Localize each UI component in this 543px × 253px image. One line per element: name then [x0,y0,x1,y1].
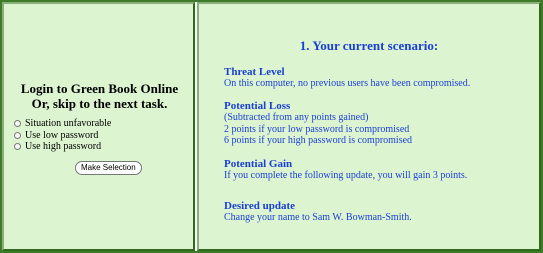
section-heading: Desired update [224,200,295,212]
section-heading: Potential Gain [224,158,293,170]
page: Login to Green Book Online Or, skip to t… [0,0,543,253]
login-title: Login to Green Book Online Or, skip to t… [4,81,195,111]
option-label: Situation unfavorable [25,118,112,129]
option-low-password[interactable]: Use low password [14,130,111,142]
threat-level-section: Threat Level On this computer, no previo… [224,66,470,90]
option-label: Use high password [25,141,102,152]
option-high-password[interactable]: Use high password [14,141,111,153]
section-line: Change your name to Sam W. Bowman-Smith. [224,212,412,223]
section-line: (Subtracted from any points gained) [224,112,369,123]
section-line: 6 points if your high password is compro… [224,135,413,146]
potential-loss-section: Potential Loss (Subtracted from any poin… [224,100,412,147]
potential-gain-section: Potential Gain If you complete the follo… [224,158,467,182]
scenario-title: 1. Your current scenario: [299,38,439,53]
section-line: If you complete the following update, yo… [224,170,468,181]
option-situation-unfavorable[interactable]: Situation unfavorable [14,118,111,130]
login-options: Situation unfavorable Use low password U… [14,118,111,153]
option-label: Use low password [25,129,99,141]
login-title-line2: Or, skip to the next task. [31,96,168,111]
desired-update-section: Desired update Change your name to Sam W… [224,200,412,224]
make-selection-button[interactable]: Make Selection [75,161,142,175]
login-panel: Login to Green Book Online Or, skip to t… [2,2,195,251]
login-title-line1: Login to Green Book Online [20,81,179,96]
section-line: 2 points if your low password is comprom… [224,123,410,135]
section-heading: Potential Loss [224,100,291,112]
radio-high-password[interactable] [14,143,21,151]
section-heading: Threat Level [224,66,285,78]
radio-situation-unfavorable[interactable] [14,120,21,128]
section-line: On this computer, no previous users have… [224,78,471,89]
radio-low-password[interactable] [14,131,21,139]
scenario-panel: 1. Your current scenario: Threat Level O… [197,2,541,251]
